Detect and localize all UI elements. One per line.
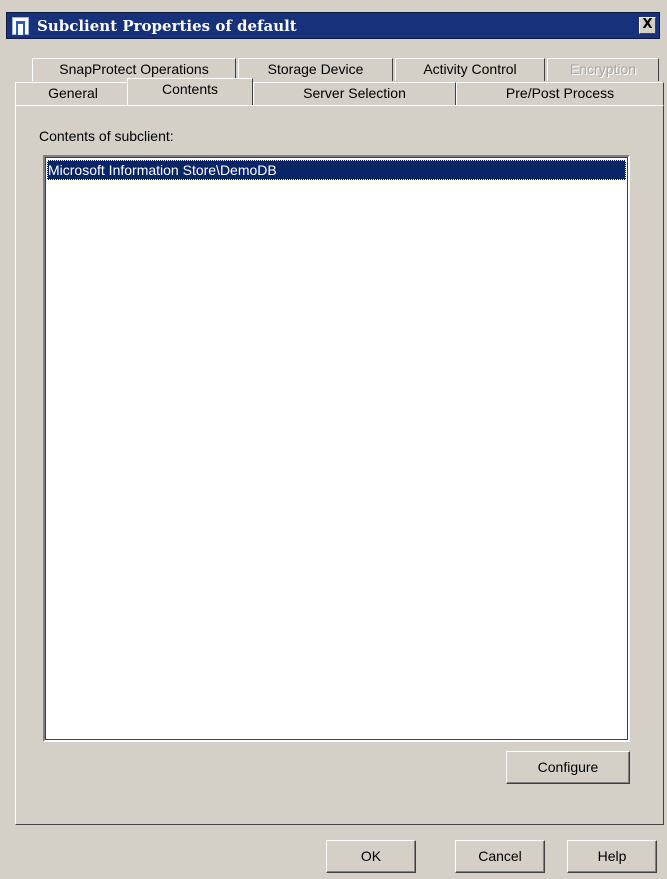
dialog-title: Subclient Properties of default — [37, 17, 297, 35]
subclient-properties-dialog: Subclient Properties of default X SnapPr… — [0, 0, 667, 879]
tab-label: Server Selection — [303, 85, 406, 101]
tab-server-selection[interactable]: Server Selection — [253, 82, 456, 105]
close-icon[interactable]: X — [639, 17, 656, 34]
tab-storage-device[interactable]: Storage Device — [238, 58, 393, 81]
contents-list[interactable]: Microsoft Information Store\DemoDB — [43, 155, 630, 742]
ok-button[interactable]: OK — [326, 840, 416, 873]
tab-label: General — [48, 85, 98, 101]
tab-label: Storage Device — [267, 61, 364, 77]
tab-pre-post-process[interactable]: Pre/Post Process — [456, 82, 664, 105]
tab-activity-control[interactable]: Activity Control — [395, 58, 545, 81]
cancel-button[interactable]: Cancel — [455, 840, 545, 873]
help-button[interactable]: Help — [567, 840, 657, 873]
tab-contents[interactable]: Contents — [127, 78, 253, 105]
configure-button[interactable]: Configure — [506, 751, 630, 784]
title-bar[interactable]: Subclient Properties of default X — [6, 12, 660, 39]
contents-tab-panel: Contents of subclient: Microsoft Informa… — [15, 105, 664, 825]
list-item[interactable]: Microsoft Information Store\DemoDB — [47, 160, 626, 180]
tab-general[interactable]: General — [15, 82, 131, 105]
contents-label: Contents of subclient: — [39, 128, 174, 144]
tab-label: Pre/Post Process — [505, 85, 615, 101]
tab-label: Contents — [161, 81, 219, 97]
tab-label: Encryption — [569, 61, 637, 77]
tab-label: SnapProtect Operations — [59, 61, 209, 77]
tab-encryption: Encryption — [547, 58, 659, 81]
tab-label: Activity Control — [423, 61, 517, 77]
app-icon — [12, 17, 29, 35]
